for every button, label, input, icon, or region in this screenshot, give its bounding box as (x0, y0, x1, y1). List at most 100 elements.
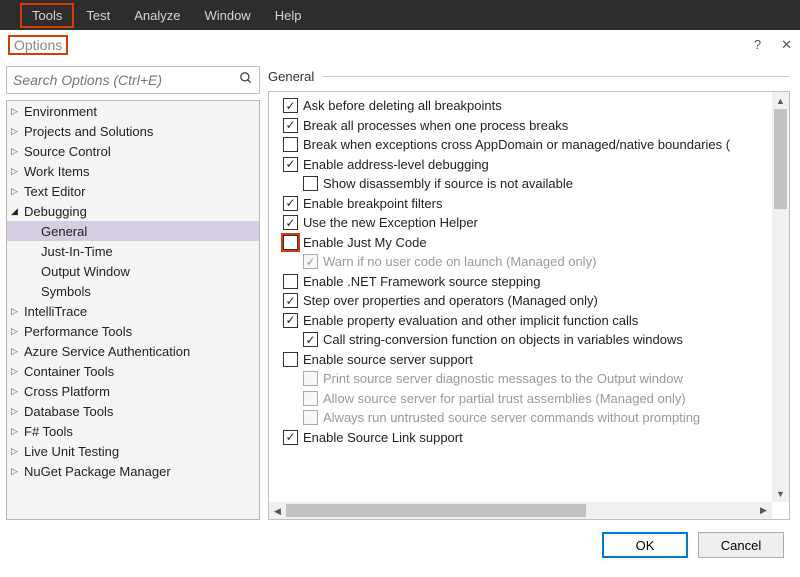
checkbox[interactable] (283, 98, 298, 113)
tree-item-database-tools[interactable]: ▷Database Tools (7, 401, 259, 421)
tree-item-performance-tools[interactable]: ▷Performance Tools (7, 321, 259, 341)
option-row[interactable]: Break all processes when one process bre… (273, 116, 789, 136)
tree-item-general[interactable]: General (7, 221, 259, 241)
search-box[interactable] (6, 66, 260, 94)
chevron-right-icon[interactable]: ▷ (11, 146, 21, 157)
tree-item-label: Symbols (41, 284, 91, 299)
option-row[interactable]: Show disassembly if source is not availa… (273, 174, 789, 194)
titlebar: Options ? ✕ (0, 30, 800, 60)
vertical-scrollbar[interactable]: ▲ ▼ (772, 92, 789, 502)
tree-item-azure-service-authentication[interactable]: ▷Azure Service Authentication (7, 341, 259, 361)
window-buttons: ? ✕ (754, 37, 792, 53)
checkbox[interactable] (283, 215, 298, 230)
tree-item-label: F# Tools (24, 424, 73, 439)
checkbox[interactable] (283, 293, 298, 308)
chevron-right-icon[interactable]: ▷ (11, 426, 21, 437)
tree-item-environment[interactable]: ▷Environment (7, 101, 259, 121)
option-label: Print source server diagnostic messages … (323, 371, 683, 386)
tree-item-just-in-time[interactable]: Just-In-Time (7, 241, 259, 261)
section-divider (322, 76, 790, 77)
scroll-up-icon[interactable]: ▲ (772, 92, 789, 109)
chevron-right-icon[interactable]: ▷ (11, 126, 21, 137)
tree-item-intellitrace[interactable]: ▷IntelliTrace (7, 301, 259, 321)
checkbox[interactable] (283, 274, 298, 289)
chevron-right-icon[interactable]: ▷ (11, 186, 21, 197)
chevron-right-icon[interactable]: ▷ (11, 306, 21, 317)
chevron-right-icon[interactable]: ▷ (11, 346, 21, 357)
option-row[interactable]: Enable property evaluation and other imp… (273, 311, 789, 331)
option-row[interactable]: Enable breakpoint filters (273, 194, 789, 214)
menu-help[interactable]: Help (263, 3, 314, 28)
tree-item-container-tools[interactable]: ▷Container Tools (7, 361, 259, 381)
tree-item-text-editor[interactable]: ▷Text Editor (7, 181, 259, 201)
option-row[interactable]: Step over properties and operators (Mana… (273, 291, 789, 311)
option-label: Enable source server support (303, 352, 473, 367)
chevron-right-icon[interactable]: ▷ (11, 166, 21, 177)
checkbox[interactable] (283, 430, 298, 445)
search-icon[interactable] (239, 71, 253, 89)
option-label: Enable breakpoint filters (303, 196, 442, 211)
scroll-thumb[interactable] (774, 109, 787, 209)
hscroll-thumb[interactable] (286, 504, 586, 517)
option-row[interactable]: Enable source server support (273, 350, 789, 370)
tree-item-projects-and-solutions[interactable]: ▷Projects and Solutions (7, 121, 259, 141)
option-row[interactable]: Ask before deleting all breakpoints (273, 96, 789, 116)
horizontal-scrollbar[interactable]: ◀ ▶ (269, 502, 772, 519)
scroll-right-icon[interactable]: ▶ (755, 502, 772, 519)
checkbox[interactable] (303, 332, 318, 347)
menu-test[interactable]: Test (74, 3, 122, 28)
menu-tools[interactable]: Tools (20, 3, 74, 28)
checkbox[interactable] (283, 235, 298, 250)
category-tree[interactable]: ▷Environment▷Projects and Solutions▷Sour… (6, 100, 260, 520)
scroll-down-icon[interactable]: ▼ (772, 485, 789, 502)
checkbox[interactable] (283, 196, 298, 211)
checkbox[interactable] (283, 118, 298, 133)
tree-item-label: Cross Platform (24, 384, 110, 399)
checkbox (303, 254, 318, 269)
tree-item-label: IntelliTrace (24, 304, 87, 319)
close-button[interactable]: ✕ (781, 37, 792, 53)
tree-item-f-tools[interactable]: ▷F# Tools (7, 421, 259, 441)
option-row: Warn if no user code on launch (Managed … (273, 252, 789, 272)
tree-item-symbols[interactable]: Symbols (7, 281, 259, 301)
chevron-right-icon[interactable]: ▷ (11, 406, 21, 417)
tree-item-output-window[interactable]: Output Window (7, 261, 259, 281)
menu-window[interactable]: Window (192, 3, 262, 28)
ok-button[interactable]: OK (602, 532, 688, 558)
dialog-title: Options (8, 35, 68, 55)
option-row[interactable]: Call string-conversion function on objec… (273, 330, 789, 350)
option-row[interactable]: Enable .NET Framework source stepping (273, 272, 789, 292)
checkbox[interactable] (283, 157, 298, 172)
checkbox (303, 371, 318, 386)
chevron-right-icon[interactable]: ▷ (11, 106, 21, 117)
checkbox[interactable] (283, 137, 298, 152)
scroll-left-icon[interactable]: ◀ (269, 503, 286, 520)
tree-item-cross-platform[interactable]: ▷Cross Platform (7, 381, 259, 401)
tree-item-live-unit-testing[interactable]: ▷Live Unit Testing (7, 441, 259, 461)
checkbox[interactable] (283, 313, 298, 328)
right-pane: General Ask before deleting all breakpoi… (268, 66, 790, 520)
option-label: Enable Source Link support (303, 430, 463, 445)
chevron-right-icon[interactable]: ▷ (11, 466, 21, 477)
tree-item-work-items[interactable]: ▷Work Items (7, 161, 259, 181)
menu-analyze[interactable]: Analyze (122, 3, 192, 28)
option-row[interactable]: Break when exceptions cross AppDomain or… (273, 135, 789, 155)
option-label: Warn if no user code on launch (Managed … (323, 254, 596, 269)
search-input[interactable] (13, 72, 239, 88)
help-button[interactable]: ? (754, 37, 761, 53)
chevron-right-icon[interactable]: ▷ (11, 386, 21, 397)
checkbox[interactable] (283, 352, 298, 367)
tree-item-source-control[interactable]: ▷Source Control (7, 141, 259, 161)
cancel-button[interactable]: Cancel (698, 532, 784, 558)
chevron-right-icon[interactable]: ▷ (11, 326, 21, 337)
chevron-right-icon[interactable]: ▷ (11, 446, 21, 457)
checkbox[interactable] (303, 176, 318, 191)
option-row[interactable]: Enable Just My Code (273, 233, 789, 253)
chevron-down-icon[interactable]: ◢ (11, 206, 21, 217)
option-row[interactable]: Enable Source Link support (273, 428, 789, 448)
tree-item-nuget-package-manager[interactable]: ▷NuGet Package Manager (7, 461, 259, 481)
option-row[interactable]: Enable address-level debugging (273, 155, 789, 175)
tree-item-debugging[interactable]: ◢Debugging (7, 201, 259, 221)
chevron-right-icon[interactable]: ▷ (11, 366, 21, 377)
option-row[interactable]: Use the new Exception Helper (273, 213, 789, 233)
